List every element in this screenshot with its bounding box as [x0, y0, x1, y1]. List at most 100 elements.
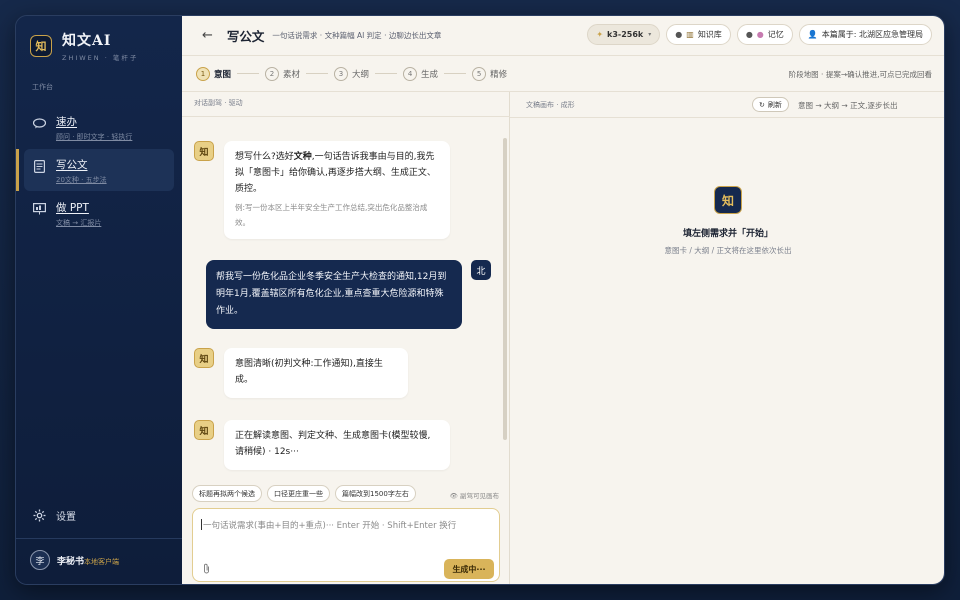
- bot-avatar: 知: [194, 141, 214, 161]
- step-number: 1: [196, 66, 210, 81]
- canvas-caption: 文稿画布 · 成形: [526, 101, 575, 109]
- bot-message: 知 意图清晰(初判文种:工作通知),直接生成。: [194, 348, 408, 398]
- canvas-header: 文稿画布 · 成形 ↻ 刷新 意图 → 大纲 → 正文,逐步长出: [510, 92, 944, 118]
- step-number: 4: [403, 66, 418, 81]
- bot-message-pending: 知 正在解读意图、判定文种、生成意图卡(模型较慢,请稍候) · 12s···: [194, 420, 450, 470]
- owner-selector[interactable]: 👤 本篇属于: 北湖区应急管理局: [798, 24, 932, 45]
- chat-bubble-icon: [32, 116, 46, 130]
- step-material[interactable]: 2 素材: [265, 66, 301, 81]
- user-avatar: 北: [471, 260, 491, 280]
- hint-text: 副驾可见画布: [460, 492, 499, 500]
- brand: 知 知文AI ZHIWEN · 笔杆子: [30, 30, 138, 62]
- refresh-icon: ↻: [759, 100, 765, 109]
- chat-scrollbar[interactable]: [503, 138, 507, 440]
- step-refine[interactable]: 5 精修: [472, 66, 508, 81]
- generate-button[interactable]: 生成中···: [444, 559, 494, 579]
- empty-title: 填左侧需求并「开始」: [682, 229, 773, 239]
- knowledge-base-button[interactable]: ● ▥ 知识库: [666, 24, 731, 45]
- step-number: 3: [334, 66, 349, 81]
- step-label: 大纲: [352, 69, 370, 80]
- step-generate[interactable]: 4 生成: [403, 66, 439, 81]
- user-tag: 本地客户端: [84, 557, 120, 566]
- user-name: 李秘书: [57, 556, 85, 567]
- app-subtitle: ZHIWEN · 笔杆子: [62, 54, 139, 62]
- books-icon: ▥: [686, 30, 694, 39]
- avatar: 李: [30, 550, 50, 570]
- suggestion-chip[interactable]: 口径更庄重一些: [267, 485, 330, 502]
- app-title: 知文AI: [62, 33, 112, 49]
- step-connector: [237, 73, 260, 74]
- step-label: 精修: [490, 69, 508, 80]
- chat-caption: 对话副驾 · 驱动: [194, 99, 243, 107]
- memory-label: 记忆: [767, 30, 784, 39]
- model-label: k3-256k: [607, 30, 644, 39]
- prompt-input[interactable]: 一句话说需求(事由+目的+重点)··· Enter 开始 · Shift+Ent…: [192, 508, 500, 582]
- bot-message: 知 想写什么?选好文种,一句话告诉我事由与目的,我先拟「意图卡」给你确认,再逐步…: [194, 141, 450, 239]
- gear-icon: [32, 509, 46, 523]
- sidebar-item-label: 速办: [56, 116, 77, 128]
- settings-label: 设置: [56, 512, 76, 523]
- sparkle-icon: ✦: [596, 30, 604, 39]
- section-label-workspace: 工作台: [32, 83, 53, 91]
- message-bold-text: 文种: [293, 152, 312, 162]
- step-label: 生成: [421, 69, 439, 80]
- owner-label: 本篇属于: 北湖区应急管理局: [821, 30, 923, 39]
- memory-button[interactable]: ● ● 记忆: [736, 24, 793, 45]
- sidebar-item-quick[interactable]: 速办 顾问 · 即时文字 · 轻执行: [24, 106, 174, 148]
- step-progress: 1 意图 2 素材 3 大纲 4 生成 5 精修 阶段地图 · 提案→确认推进,…: [182, 56, 944, 92]
- step-outline[interactable]: 3 大纲: [334, 66, 370, 81]
- chat-panel: 对话副驾 · 驱动 知 想写什么?选好文种,一句话告诉我事由与目的,我先拟「意图…: [182, 92, 510, 584]
- eye-icon: 👁: [449, 492, 460, 500]
- suggestion-chips: 标题再拟两个候选 口径更庄重一些 篇幅改到1500字左右: [192, 485, 416, 502]
- app-logo: 知: [714, 186, 742, 214]
- sidebar-item-write-document[interactable]: 写公文 20文种 · 五步法: [16, 149, 174, 191]
- refresh-label: 刷新: [767, 100, 782, 109]
- page-title: 写公文: [226, 29, 265, 44]
- canvas-empty-state: 知 填左侧需求并「开始」 意图卡 / 大纲 / 正文将在这里依次长出: [510, 186, 944, 256]
- header: ← 写公文 一句话说需求 · 文种篇幅 AI 判定 · 边聊边长出文章 ✦ k3…: [182, 16, 944, 56]
- page-description: 一句话说需求 · 文种篇幅 AI 判定 · 边聊边长出文章: [272, 31, 442, 40]
- canvas-flow-text: 意图 → 大纲 → 正文,逐步长出: [798, 101, 898, 110]
- paperclip-icon[interactable]: [203, 563, 210, 577]
- bot-avatar: 知: [194, 348, 214, 368]
- document-canvas: 文稿画布 · 成形 ↻ 刷新 意图 → 大纲 → 正文,逐步长出 知 填左侧需求…: [510, 92, 944, 584]
- user-message: 帮我写一份危化品企业冬季安全生产大检查的通知,12月到明年1月,覆盖辖区所有危化…: [206, 260, 491, 330]
- step-connector: [375, 73, 398, 74]
- refresh-button[interactable]: ↻ 刷新: [752, 97, 789, 112]
- user-bubble: 帮我写一份危化品企业冬季安全生产大检查的通知,12月到明年1月,覆盖辖区所有危化…: [206, 260, 462, 330]
- step-intent[interactable]: 1 意图: [196, 66, 232, 81]
- message-text: 想写什么?选好: [235, 152, 294, 162]
- sidebar-item-sub: 20文种 · 五步法: [56, 176, 107, 184]
- sidebar-item-sub: 文稿 → 汇报片: [56, 219, 102, 227]
- step-label: 意图: [214, 69, 232, 80]
- document-icon: [32, 159, 46, 173]
- knowledge-label: 知识库: [697, 30, 722, 39]
- step-connector: [444, 73, 467, 74]
- dot-icon: ●: [675, 30, 683, 39]
- copilot-visibility-hint: 👁 副驾可见画布: [450, 490, 499, 500]
- bot-avatar: 知: [194, 420, 214, 440]
- suggestion-chip[interactable]: 篇幅改到1500字左右: [335, 485, 416, 502]
- main-area: ← 写公文 一句话说需求 · 文种篇幅 AI 判定 · 边聊边长出文章 ✦ k3…: [182, 16, 944, 584]
- message-bubble: 意图清晰(初判文种:工作通知),直接生成。: [224, 348, 408, 398]
- settings-button[interactable]: 设置: [32, 508, 76, 523]
- app-logo: 知: [30, 35, 52, 57]
- user-profile[interactable]: 李 李秘书本地客户端: [30, 550, 119, 570]
- suggestion-chip[interactable]: 标题再拟两个候选: [192, 485, 262, 502]
- sidebar-divider: [16, 538, 182, 539]
- back-arrow-icon[interactable]: ←: [202, 28, 213, 43]
- chevron-down-icon: ▾: [648, 31, 652, 38]
- model-selector[interactable]: ✦ k3-256k ▾: [587, 24, 661, 45]
- input-placeholder: 一句话说需求(事由+目的+重点)··· Enter 开始 · Shift+Ent…: [203, 521, 457, 531]
- divider: [182, 116, 510, 117]
- sidebar-item-ppt[interactable]: 做 PPT 文稿 → 汇报片: [24, 192, 174, 234]
- sidebar-item-label: 写公文: [56, 159, 88, 171]
- sidebar: 知 知文AI ZHIWEN · 笔杆子 工作台 速办 顾问 · 即时文字 · 轻…: [16, 16, 182, 584]
- sidebar-item-label: 做 PPT: [56, 202, 89, 214]
- empty-subtitle: 意图卡 / 大纲 / 正文将在这里依次长出: [664, 246, 792, 255]
- message-example: 例:写一份本区上半年安全生产工作总结,突出危化品整治成效。: [235, 203, 428, 227]
- dot-icon: ●: [745, 30, 753, 39]
- step-number: 2: [265, 66, 280, 81]
- app-window: 知 知文AI ZHIWEN · 笔杆子 工作台 速办 顾问 · 即时文字 · 轻…: [15, 15, 945, 585]
- step-label: 素材: [283, 69, 301, 80]
